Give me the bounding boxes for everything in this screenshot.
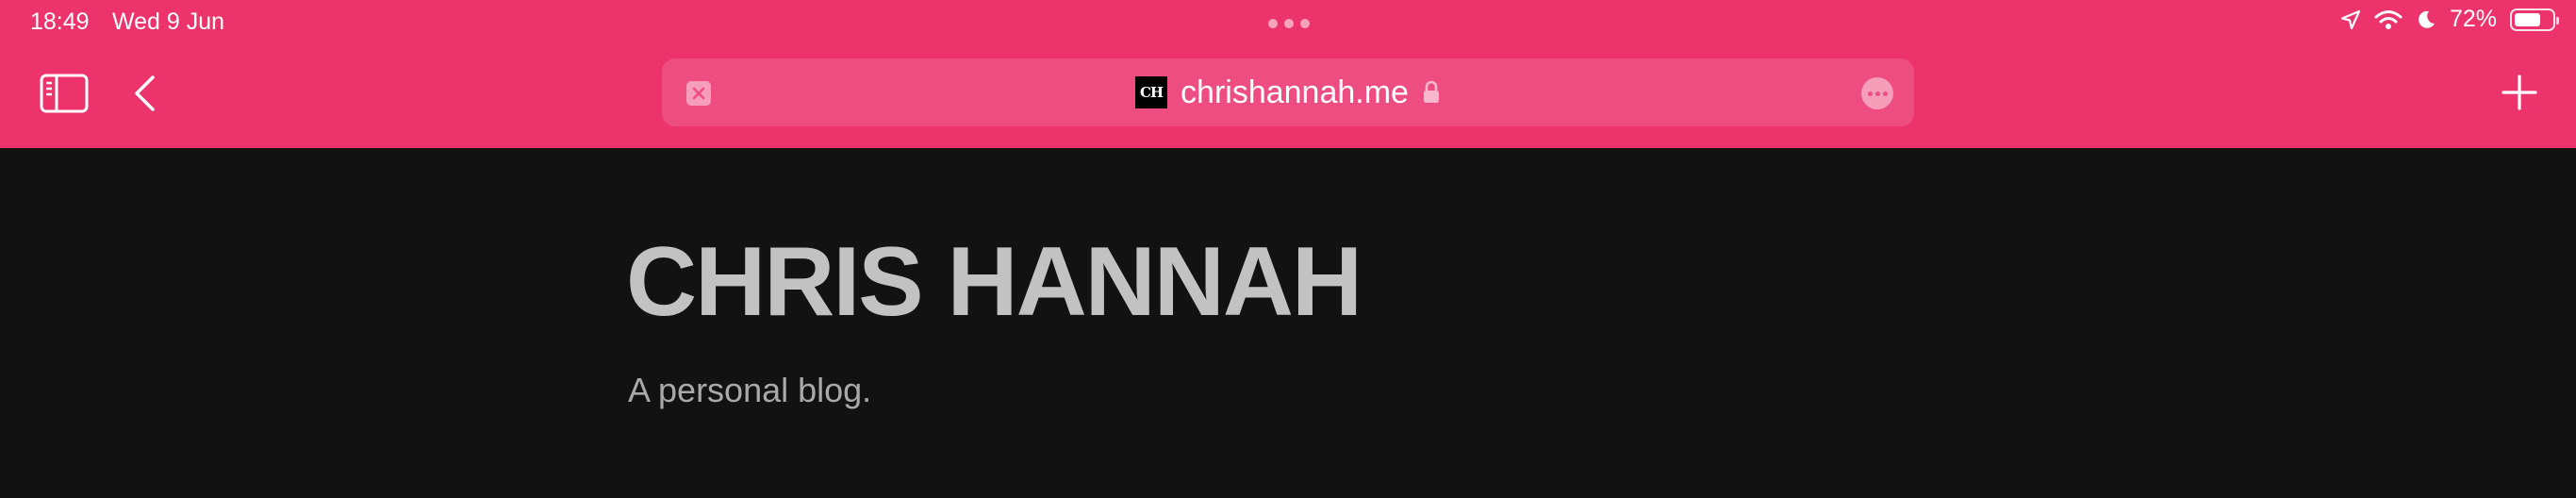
url-text[interactable]: chrishannah.me [1181, 75, 1409, 111]
chevron-left-icon [135, 75, 155, 111]
browser-chrome: 18:49 Wed 9 Jun 72% CH chrishannah.me [0, 0, 2576, 148]
lock-icon [1423, 80, 1439, 103]
battery-icon [2510, 8, 2559, 31]
status-time: 18:49 [30, 8, 90, 35]
site-title[interactable]: CHRIS HANNAH [626, 233, 1362, 331]
status-indicators: 72% [2340, 6, 2559, 33]
multitasking-dots[interactable] [1268, 19, 1310, 28]
plus-icon [2502, 75, 2537, 110]
new-tab-button[interactable] [2497, 70, 2542, 115]
ellipsis-icon[interactable] [1861, 77, 1893, 109]
address-bar[interactable]: CH chrishannah.me [662, 58, 1914, 126]
site-favicon: CH [1135, 76, 1168, 108]
address-center: CH chrishannah.me [662, 58, 1914, 126]
wifi-icon [2374, 9, 2403, 29]
site-tagline: A personal blog. [628, 371, 872, 409]
sidebar-icon [40, 74, 89, 113]
battery-fill [2515, 12, 2541, 26]
sidebar-button[interactable] [38, 71, 91, 116]
back-button[interactable] [127, 72, 161, 115]
location-icon [2340, 9, 2361, 29]
status-bar: 18:49 Wed 9 Jun 72% [0, 0, 2576, 45]
status-date: Wed 9 Jun [112, 8, 225, 35]
web-content: CHRIS HANNAH A personal blog. [0, 148, 2576, 498]
moon-icon [2419, 10, 2435, 28]
battery-percent: 72% [2449, 6, 2497, 32]
